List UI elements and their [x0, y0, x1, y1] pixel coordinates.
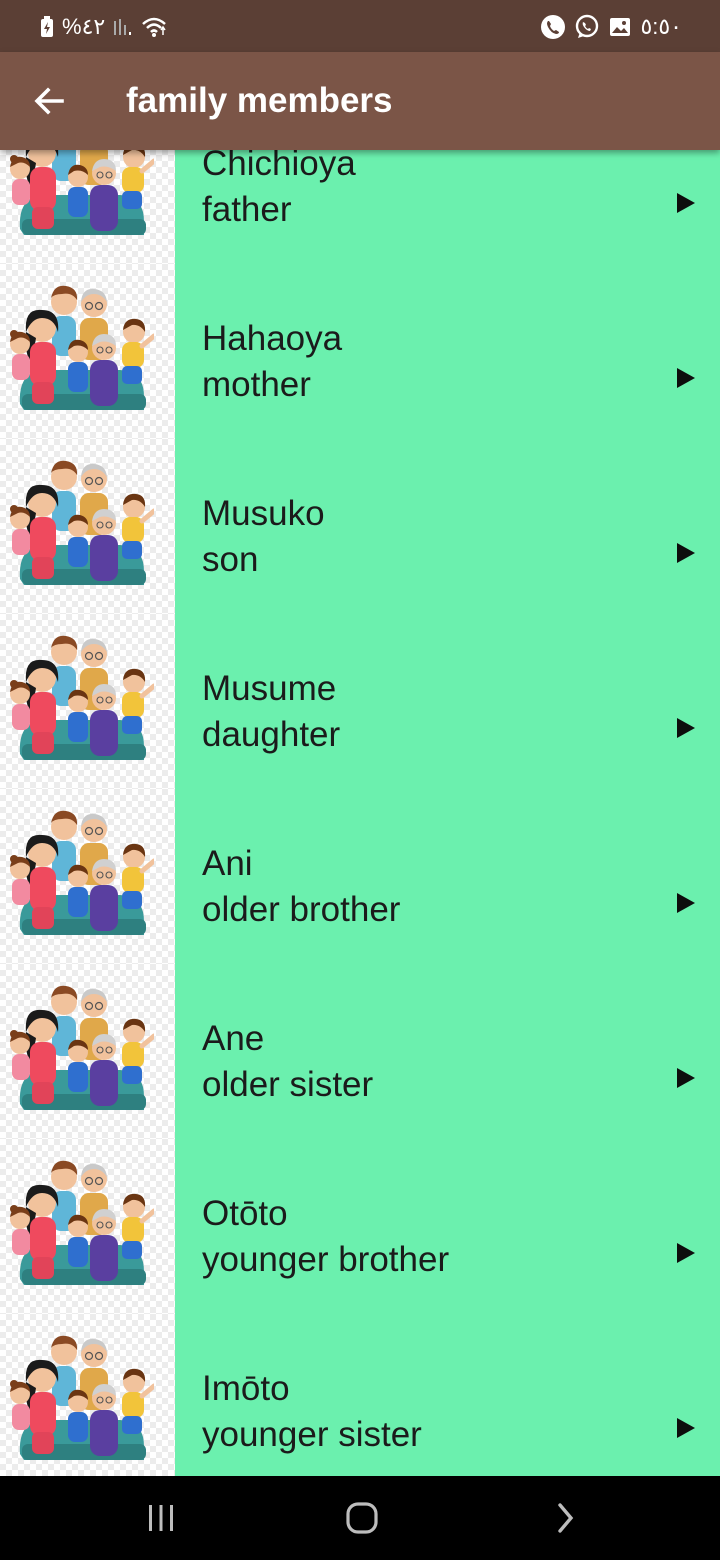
- list-item[interactable]: Musume daughter: [0, 614, 720, 789]
- back-nav-button[interactable]: [544, 1498, 584, 1538]
- list-item[interactable]: Ani older brother: [0, 789, 720, 964]
- back-button[interactable]: [26, 78, 72, 124]
- play-arrow-icon[interactable]: [673, 891, 697, 915]
- item-romaji: Hahaoya: [202, 319, 343, 358]
- item-romaji: Musuko: [202, 494, 325, 533]
- item-romaji: Ane: [202, 1019, 265, 1058]
- play-arrow-icon[interactable]: [673, 366, 697, 390]
- item-romaji: Otōto: [202, 1194, 288, 1233]
- item-romaji: Ani: [202, 844, 253, 883]
- phone-call-icon: [540, 14, 566, 40]
- page-title: family members: [126, 81, 393, 120]
- family-thumbnail: [0, 964, 175, 1139]
- signal-icon: [113, 17, 133, 37]
- item-english: father: [202, 190, 292, 229]
- item-english: mother: [202, 365, 311, 404]
- gallery-icon: [608, 15, 632, 39]
- item-english: son: [202, 540, 259, 579]
- item-text: Musume daughter: [202, 666, 340, 758]
- list-content: Chichioya father Hahaoya mother Musuko s…: [0, 150, 720, 1476]
- item-body[interactable]: Imōto younger sister: [175, 1314, 720, 1476]
- play-arrow-icon[interactable]: [673, 541, 697, 565]
- home-icon: [346, 1502, 378, 1534]
- item-text: Imōto younger sister: [202, 1366, 422, 1458]
- item-english: older brother: [202, 890, 401, 929]
- item-romaji: Musume: [202, 669, 337, 708]
- list-item[interactable]: Ane older sister: [0, 964, 720, 1139]
- family-thumbnail: [0, 1139, 175, 1314]
- family-thumbnail: [0, 264, 175, 439]
- battery-saver-icon: [40, 16, 54, 38]
- app-bar: family members: [0, 52, 720, 150]
- item-body[interactable]: Hahaoya mother: [175, 264, 720, 439]
- item-english: older sister: [202, 1065, 374, 1104]
- list-item[interactable]: Chichioya father: [0, 150, 720, 264]
- item-romaji: Chichioya: [202, 150, 356, 183]
- play-arrow-icon[interactable]: [673, 1241, 697, 1265]
- recent-apps-button[interactable]: [141, 1498, 181, 1538]
- family-thumbnail: [0, 439, 175, 614]
- play-arrow-icon[interactable]: [673, 1416, 697, 1440]
- family-thumbnail: [0, 1314, 175, 1476]
- item-text: Ani older brother: [202, 841, 400, 933]
- item-body[interactable]: Ani older brother: [175, 789, 720, 964]
- item-text: Otōto younger brother: [202, 1191, 449, 1283]
- list-item[interactable]: Imōto younger sister: [0, 1314, 720, 1476]
- item-english: younger brother: [202, 1240, 450, 1279]
- whatsapp-icon: [574, 14, 600, 40]
- list-item[interactable]: Otōto younger brother: [0, 1139, 720, 1314]
- play-arrow-icon[interactable]: [673, 1066, 697, 1090]
- list-item[interactable]: Hahaoya mother: [0, 264, 720, 439]
- item-text: Chichioya father: [202, 150, 356, 233]
- family-members-list[interactable]: Chichioya father Hahaoya mother Musuko s…: [0, 150, 720, 1476]
- item-english: younger sister: [202, 1415, 422, 1454]
- family-thumbnail: [0, 614, 175, 789]
- arrow-back-icon: [34, 87, 64, 115]
- item-body[interactable]: Musuko son: [175, 439, 720, 614]
- item-text: Musuko son: [202, 491, 325, 583]
- family-thumbnail: [0, 789, 175, 964]
- item-body[interactable]: Ane older sister: [175, 964, 720, 1139]
- status-left: %٤٢: [40, 12, 167, 42]
- home-button[interactable]: [342, 1498, 382, 1538]
- status-right: ٥:٥٠: [540, 12, 682, 42]
- list-item[interactable]: Musuko son: [0, 439, 720, 614]
- wifi-icon: [141, 16, 167, 38]
- status-bar: %٤٢ ٥:٥٠: [0, 0, 720, 52]
- item-text: Ane older sister: [202, 1016, 373, 1108]
- item-text: Hahaoya mother: [202, 316, 342, 408]
- item-romaji: Imōto: [202, 1369, 290, 1408]
- battery-percentage: %٤٢: [62, 14, 106, 39]
- back-nav-icon: [558, 1503, 574, 1533]
- item-english: daughter: [202, 715, 341, 754]
- recent-apps-icon: [149, 1505, 173, 1531]
- family-thumbnail: [0, 150, 175, 264]
- play-arrow-icon[interactable]: [673, 191, 697, 215]
- item-body[interactable]: Chichioya father: [175, 150, 720, 264]
- play-arrow-icon[interactable]: [673, 716, 697, 740]
- status-time: ٥:٥٠: [640, 14, 682, 39]
- navigation-bar: [0, 1476, 720, 1560]
- item-body[interactable]: Musume daughter: [175, 614, 720, 789]
- item-body[interactable]: Otōto younger brother: [175, 1139, 720, 1314]
